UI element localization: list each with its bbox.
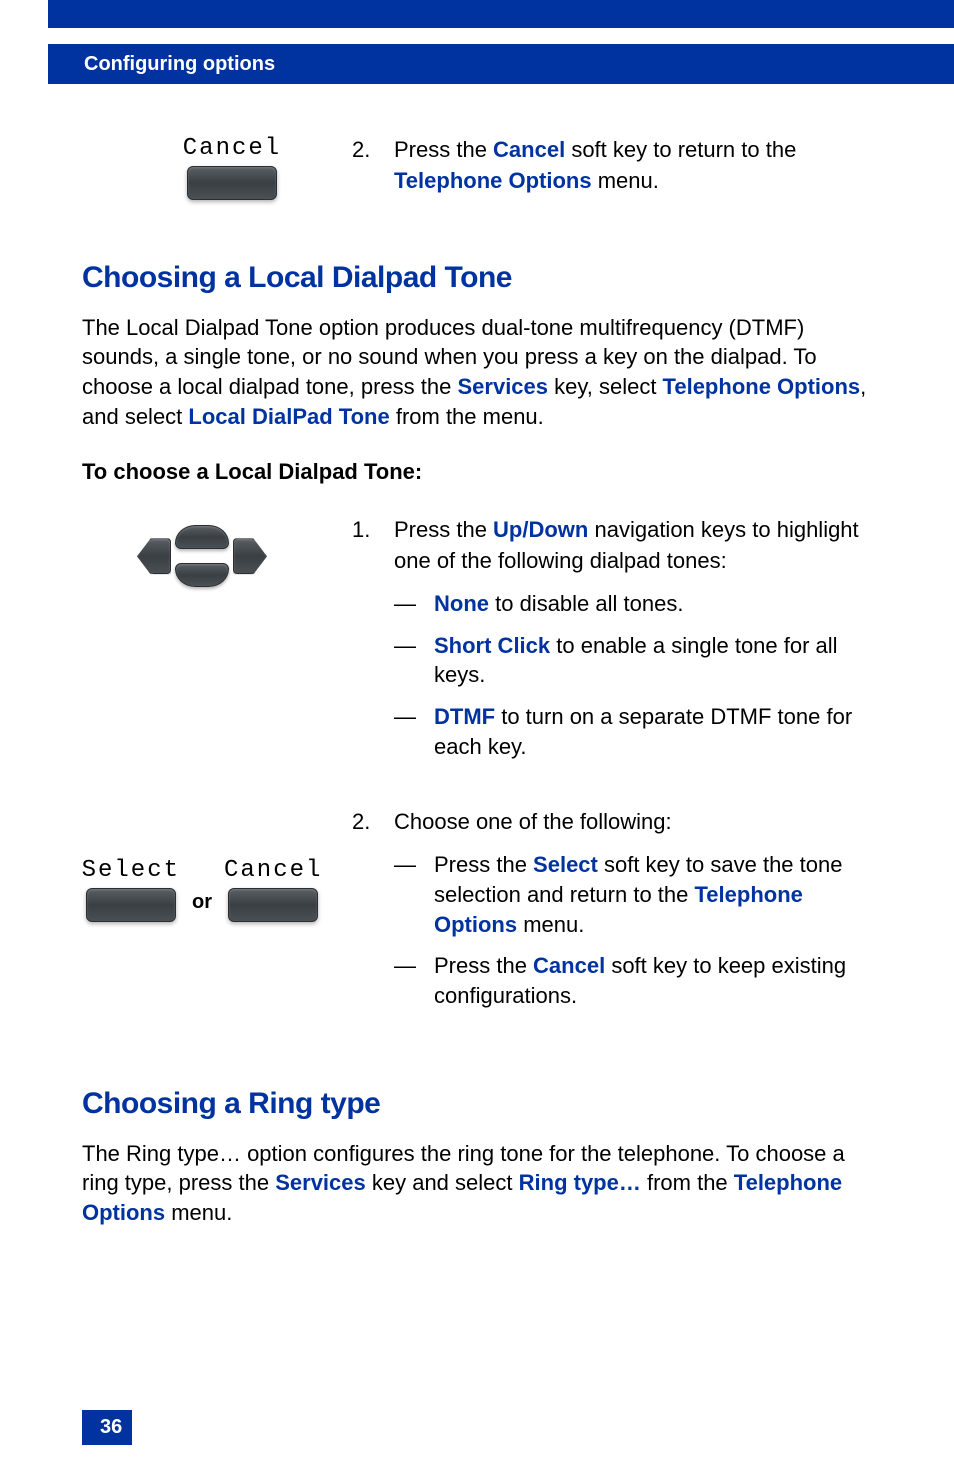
step2-body: Choose one of the following: — Press the… [394, 807, 884, 1022]
option-none: — None to disable all tones. [394, 589, 884, 619]
nav-down-icon [175, 563, 229, 587]
step1-text: 1. Press the Up/Down navigation keys to … [352, 515, 884, 787]
header-title-bar: Configuring options [48, 44, 954, 84]
section1-intro: The Local Dialpad Tone option produces d… [82, 313, 884, 432]
nav-right-icon [233, 538, 267, 574]
step-number: 2. [352, 135, 394, 197]
nav-up-icon [175, 525, 229, 549]
softkey-label-select: Select [82, 857, 180, 884]
step2-opt-select: — Press the Select soft key to save the … [394, 850, 884, 939]
option-short-click: — Short Click to enable a single tone fo… [394, 631, 884, 690]
softkey-button-icon [86, 888, 176, 922]
nav-left-icon [137, 538, 171, 574]
softkey-visual-cancel: Cancel [82, 135, 322, 211]
step1-row: 1. Press the Up/Down navigation keys to … [82, 515, 884, 787]
left-margin [0, 0, 48, 1475]
option-dtmf: — DTMF to turn on a separate DTMF tone f… [394, 702, 884, 761]
softkey-col: Cancel [183, 135, 281, 200]
step-row-cancel: Cancel 2. Press the Cancel soft key to r… [82, 135, 884, 211]
step2-number: 2. [352, 807, 394, 1022]
softkey-label-cancel: Cancel [183, 135, 281, 162]
step1-options: — None to disable all tones. — Short Cli… [394, 589, 884, 761]
step2-text: 2. Choose one of the following: — Press … [352, 807, 884, 1036]
section2-intro: The Ring type… option configures the rin… [82, 1139, 884, 1228]
softkey-pair-visual: Select or Cancel [82, 807, 322, 1036]
nav-keys-visual [82, 515, 322, 787]
step2-opt-cancel: — Press the Cancel soft key to keep exis… [394, 951, 884, 1010]
top-bar [48, 0, 954, 28]
softkey-label-cancel2: Cancel [224, 857, 322, 884]
or-text: or [192, 891, 212, 922]
section1-subhead: To choose a Local Dialpad Tone: [82, 459, 884, 485]
softkey-cancel-col: Cancel [224, 857, 322, 922]
softkey-button-icon [228, 888, 318, 922]
softkey-button-icon [187, 166, 277, 200]
section-title-ringtype: Choosing a Ring type [82, 1087, 884, 1121]
nav-pad-icon [137, 525, 267, 587]
softkey-pair: Select or Cancel [82, 857, 323, 922]
step2-options: — Press the Select soft key to save the … [394, 850, 884, 1010]
step-text: 2. Press the Cancel soft key to return t… [352, 135, 884, 211]
step1-body: Press the Up/Down navigation keys to hig… [394, 515, 884, 773]
header-title: Configuring options [84, 53, 275, 76]
page-number: 36 [82, 1410, 132, 1445]
softkey-select-col: Select [82, 857, 180, 922]
page-content: Cancel 2. Press the Cancel soft key to r… [82, 135, 884, 1256]
step2-row: Select or Cancel 2. Choose one of the fo… [82, 807, 884, 1036]
section-title-dialpad: Choosing a Local Dialpad Tone [82, 261, 884, 295]
step-body: Press the Cancel soft key to return to t… [394, 135, 884, 197]
step1-number: 1. [352, 515, 394, 773]
